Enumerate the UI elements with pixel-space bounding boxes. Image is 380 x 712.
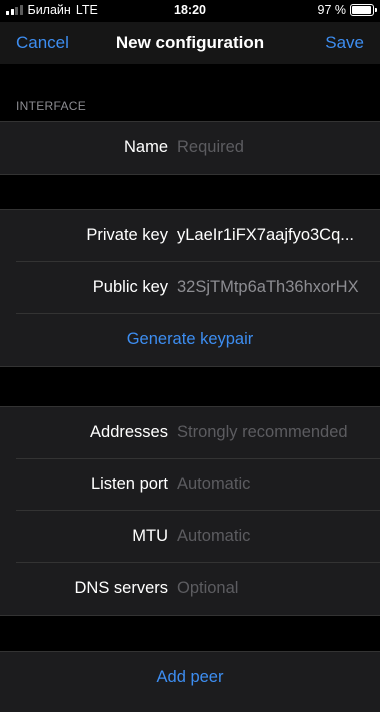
navigation-bar: Cancel New configuration Save bbox=[0, 22, 380, 64]
network-group: Addresses Strongly recommended Listen po… bbox=[0, 406, 380, 616]
private-key-row[interactable]: Private key yLaeIr1iFX7aajfyo3Cq... bbox=[0, 210, 380, 262]
mtu-row[interactable]: MTU Automatic bbox=[0, 511, 380, 563]
addresses-field[interactable]: Strongly recommended bbox=[177, 423, 364, 442]
listen-port-row[interactable]: Listen port Automatic bbox=[0, 459, 380, 511]
name-label: Name bbox=[123, 138, 168, 156]
save-button[interactable]: Save bbox=[325, 33, 364, 53]
listen-port-label: Listen port bbox=[90, 475, 168, 493]
mtu-label: MTU bbox=[132, 527, 168, 545]
addresses-label: Addresses bbox=[90, 423, 168, 441]
battery-fill bbox=[352, 6, 372, 14]
public-key-value: 32SjTMtp6aTh36hxorHX bbox=[177, 278, 359, 296]
battery-percent: 97 % bbox=[317, 3, 347, 17]
cancel-button[interactable]: Cancel bbox=[16, 33, 69, 53]
battery-icon bbox=[350, 4, 377, 16]
add-peer-row[interactable]: Add peer bbox=[0, 652, 380, 704]
section-header-interface: INTERFACE bbox=[16, 99, 87, 113]
dns-servers-row[interactable]: DNS servers Optional bbox=[0, 563, 380, 615]
battery-group: 97 % bbox=[317, 3, 377, 17]
name-row[interactable]: Name Required bbox=[0, 122, 380, 174]
private-key-field[interactable]: yLaeIr1iFX7aajfyo3Cq... bbox=[177, 226, 364, 245]
dns-servers-field[interactable]: Optional bbox=[177, 579, 364, 598]
addresses-row[interactable]: Addresses Strongly recommended bbox=[0, 407, 380, 459]
mtu-field[interactable]: Automatic bbox=[177, 527, 364, 546]
generate-keypair-button[interactable]: Generate keypair bbox=[0, 330, 380, 349]
status-bar: Билайн LTE 18:20 97 % bbox=[0, 0, 380, 22]
public-key-label: Public key bbox=[92, 278, 168, 296]
public-key-row: Public key 32SjTMtp6aTh36hxorHX bbox=[0, 262, 380, 314]
private-key-label: Private key bbox=[86, 226, 168, 244]
battery-nub bbox=[375, 8, 377, 12]
generate-keypair-row[interactable]: Generate keypair bbox=[0, 314, 380, 366]
name-group: Name Required bbox=[0, 121, 380, 175]
dns-servers-label: DNS servers bbox=[74, 579, 168, 597]
add-peer-button[interactable]: Add peer bbox=[0, 668, 380, 687]
keys-group: Private key yLaeIr1iFX7aajfyo3Cq... Publ… bbox=[0, 209, 380, 367]
name-field[interactable]: Required bbox=[177, 138, 364, 157]
listen-port-field[interactable]: Automatic bbox=[177, 475, 364, 494]
peer-group: Add peer bbox=[0, 651, 380, 712]
